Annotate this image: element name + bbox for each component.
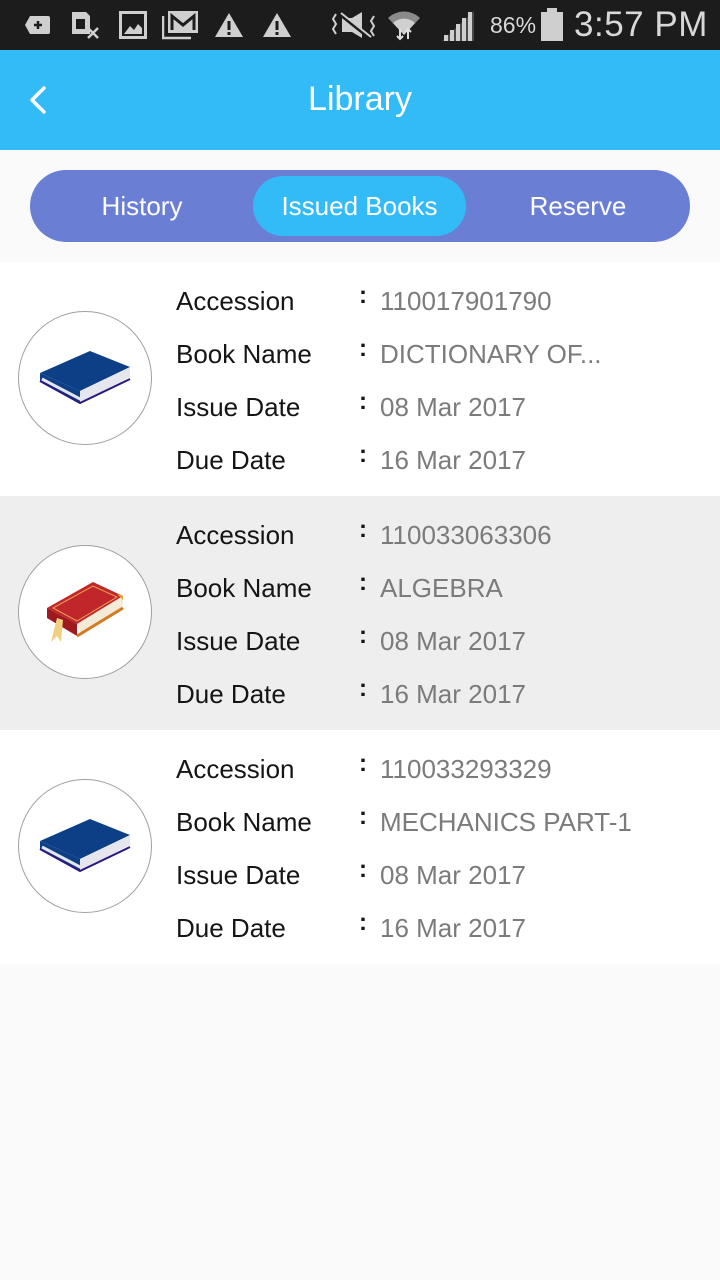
accession-label: Accession — [176, 754, 295, 784]
wifi-icon — [386, 10, 422, 41]
accession-label: Accession — [176, 520, 295, 550]
book-name-value: MECHANICS PART-1 — [380, 807, 632, 837]
blue-book-icon — [39, 351, 131, 405]
due-date-row: Due Date : 16 Mar 2017 — [176, 675, 716, 715]
separator: : — [359, 441, 367, 468]
book-name-label: Book Name — [176, 807, 312, 837]
issue-date-label: Issue Date — [176, 860, 301, 890]
due-date-label: Due Date — [176, 913, 286, 943]
book-avatar — [18, 779, 152, 913]
separator: : — [359, 569, 367, 596]
due-date-value: 16 Mar 2017 — [380, 679, 526, 709]
book-name-label: Book Name — [176, 339, 312, 369]
issue-date-row: Issue Date : 08 Mar 2017 — [176, 856, 716, 896]
book-name-row: Book Name : MECHANICS PART-1 — [176, 803, 716, 843]
book-list-item[interactable]: Accession : 110033293329 Book Name : MEC… — [0, 730, 720, 964]
library-tabs: History Issued Books Reserve — [30, 170, 690, 242]
app-bar: Library — [0, 50, 720, 150]
battery-percent: 86% — [490, 12, 537, 38]
issue-date-value: 08 Mar 2017 — [380, 860, 526, 890]
issue-date-row: Issue Date : 08 Mar 2017 — [176, 388, 716, 428]
book-name-value: ALGEBRA — [380, 573, 503, 603]
clock: 3:57 PM — [574, 5, 708, 44]
book-list-item[interactable]: Accession : 110017901790 Book Name : DIC… — [0, 262, 720, 496]
issue-date-label: Issue Date — [176, 392, 301, 422]
accession-row: Accession : 110017901790 — [176, 282, 716, 322]
accession-row: Accession : 110033293329 — [176, 750, 716, 790]
add-notification-icon — [24, 10, 52, 40]
gallery-icon — [118, 10, 148, 40]
separator: : — [359, 803, 367, 830]
due-date-label: Due Date — [176, 445, 286, 475]
issue-date-row: Issue Date : 08 Mar 2017 — [176, 622, 716, 662]
due-date-row: Due Date : 16 Mar 2017 — [176, 909, 716, 949]
book-name-label: Book Name — [176, 573, 312, 603]
warning-icon — [214, 10, 244, 40]
separator: : — [359, 909, 367, 936]
issued-books-list: Accession : 110017901790 Book Name : DIC… — [0, 262, 720, 964]
book-name-value: DICTIONARY OF... — [380, 339, 602, 369]
issue-date-value: 08 Mar 2017 — [380, 626, 526, 656]
due-date-value: 16 Mar 2017 — [380, 913, 526, 943]
separator: : — [359, 750, 367, 777]
accession-label: Accession — [176, 286, 295, 316]
tab-reserve[interactable]: Reserve — [478, 176, 678, 236]
separator: : — [359, 622, 367, 649]
signal-icon — [440, 10, 476, 41]
book-list-item[interactable]: Accession : 110033063306 Book Name : ALG… — [0, 496, 720, 730]
book-name-row: Book Name : ALGEBRA — [176, 569, 716, 609]
vibrate-mute-icon — [332, 10, 378, 40]
red-book-icon — [47, 582, 124, 642]
status-bar: 86% 3:57 PM — [0, 0, 720, 50]
issue-date-label: Issue Date — [176, 626, 301, 656]
due-date-label: Due Date — [176, 679, 286, 709]
accession-value: 110017901790 — [380, 286, 552, 316]
accession-value: 110033063306 — [380, 520, 552, 550]
separator: : — [359, 516, 367, 543]
blue-book-icon — [39, 819, 131, 873]
separator: : — [359, 388, 367, 415]
separator: : — [359, 282, 367, 309]
page-title: Library — [308, 80, 412, 118]
issue-date-value: 08 Mar 2017 — [380, 392, 526, 422]
battery-icon — [540, 8, 564, 42]
book-name-row: Book Name : DICTIONARY OF... — [176, 335, 716, 375]
book-avatar — [18, 311, 152, 445]
tab-history[interactable]: History — [42, 176, 242, 236]
separator: : — [359, 335, 367, 362]
due-date-row: Due Date : 16 Mar 2017 — [176, 441, 716, 481]
tab-issued-books[interactable]: Issued Books — [253, 176, 466, 236]
separator: : — [359, 675, 367, 702]
accession-row: Accession : 110033063306 — [176, 516, 716, 556]
accession-value: 110033293329 — [380, 754, 552, 784]
book-avatar — [18, 545, 152, 679]
due-date-value: 16 Mar 2017 — [380, 445, 526, 475]
gmail-icon — [162, 10, 200, 40]
sim-missing-icon — [70, 10, 102, 40]
separator: : — [359, 856, 367, 883]
warning-icon — [262, 10, 292, 40]
